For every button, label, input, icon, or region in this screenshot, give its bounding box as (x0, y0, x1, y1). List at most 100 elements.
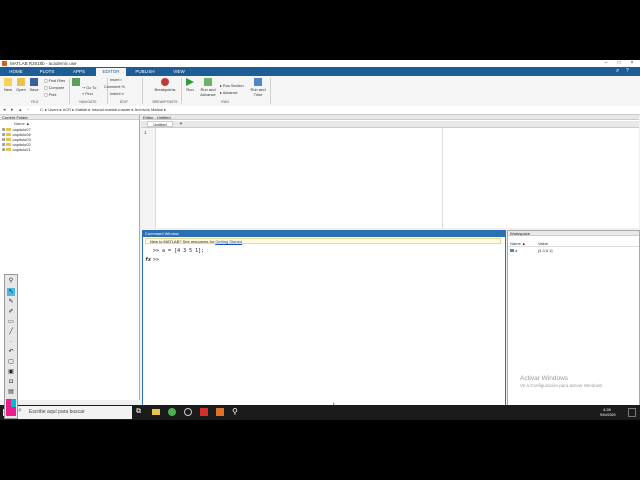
maps-icon[interactable]: ⚲ (232, 407, 238, 416)
help-icon[interactable]: ? (626, 68, 629, 74)
command-window: Command Window New to MATLAB? See resour… (142, 230, 506, 420)
pen-icon[interactable]: ✎ (7, 298, 15, 306)
maximize-icon[interactable]: □ (613, 60, 625, 67)
editor-tabs: Untitled + (141, 121, 639, 128)
pointer-icon[interactable]: ↖ (7, 288, 15, 296)
matlab-taskbar-icon[interactable] (216, 408, 224, 416)
annotation-toolbar: ⚲ ↖ ✎ ✐ ▭ ╱ · ↶ ▢ ▣ ◘ ▤ (4, 274, 18, 419)
editor-header: Editor - Untitled (141, 115, 639, 120)
tab-publish[interactable]: PUBLISH (130, 68, 160, 76)
function-browser-icon[interactable]: fx (145, 257, 151, 263)
run-and-time-button[interactable]: Run and Time (250, 78, 266, 97)
run-icon (186, 78, 194, 86)
print-button[interactable]: ▢ Print (44, 92, 56, 97)
editor-tab-untitled[interactable]: Untitled (147, 121, 173, 127)
run-advance-icon (204, 78, 212, 86)
run-section-button[interactable]: ▸ Run Section (220, 83, 244, 88)
camera-icon[interactable]: ◘ (7, 378, 15, 386)
matlab-screen: MATLAB R2018b - academic use – □ × HOME … (0, 60, 640, 420)
new-file-icon (4, 78, 12, 86)
color-swatch-cyan[interactable] (11, 399, 16, 407)
separator (107, 78, 108, 104)
folder-item[interactable]: ⊞ capitulo01 (2, 147, 31, 152)
screen-icon[interactable]: ▣ (7, 368, 15, 376)
advance-button[interactable]: ▸ Advance (220, 90, 238, 95)
new-tab-button[interactable]: + (177, 121, 185, 127)
section-edit: EDIT (120, 100, 128, 104)
tab-editor[interactable]: EDITOR (96, 68, 126, 76)
getting-started-link[interactable]: Getting Started (215, 239, 242, 244)
file-explorer-icon[interactable] (152, 409, 160, 415)
save-icon (30, 78, 38, 86)
back-icon[interactable]: ◂ (3, 107, 6, 113)
separator (270, 78, 271, 104)
right-margin-line (442, 128, 443, 228)
search-icon[interactable]: ⌕ (616, 68, 619, 75)
workspace-header: Workspace (508, 231, 639, 236)
undo-icon[interactable]: ↶ (7, 348, 15, 356)
folder-icon (6, 143, 12, 147)
separator (142, 78, 143, 104)
trash-icon[interactable]: ▤ (7, 388, 15, 396)
taskbar-search-box[interactable]: Escribe aquí para buscar (14, 406, 132, 419)
line-number: 1 (144, 130, 147, 135)
folder-icon (6, 128, 12, 132)
minimize-icon[interactable]: – (600, 60, 612, 67)
folder-open-icon (17, 78, 25, 86)
indent-button[interactable]: Indent ≡ (110, 92, 124, 96)
current-path[interactable]: C: ▸ Users ▸ ACR ▸ Matlab ▸ tutorial-mat… (40, 107, 166, 112)
navigate-icon (72, 78, 80, 86)
current-folder-header: Current Folder (0, 115, 139, 120)
comment-button[interactable]: Comment % (104, 85, 125, 89)
command-prompt[interactable]: >> (153, 257, 159, 263)
new-button[interactable]: New (2, 78, 14, 92)
pin-icon[interactable]: ⚲ (7, 277, 15, 285)
forward-icon[interactable]: ▸ (11, 107, 14, 113)
breakpoints-button[interactable]: Breakpoints (152, 78, 178, 92)
up-folder-icon[interactable]: ▴ (19, 107, 22, 113)
section-run: RUN (221, 100, 229, 104)
section-navigate: NAVIGATE (79, 100, 97, 104)
workspace-variable-row[interactable]: a (510, 248, 517, 253)
compare-button[interactable]: ▢ Compare (44, 85, 64, 90)
active-color-swatch[interactable] (6, 407, 16, 416)
shape-icon[interactable]: ▢ (7, 358, 15, 366)
open-button[interactable]: Open (15, 78, 27, 92)
section-file: FILE (31, 100, 39, 104)
tab-apps[interactable]: APPS (66, 68, 92, 76)
run-button[interactable]: Run (184, 78, 196, 92)
activate-windows-watermark: Activar Windows Ve a Configuración para … (520, 375, 604, 388)
navigate-button[interactable] (72, 78, 80, 87)
clock-time[interactable]: 4:28 (603, 407, 611, 412)
find-files-button[interactable]: ▢ Find Files (44, 78, 65, 83)
folder-icon (6, 138, 12, 142)
workspace-panel: Workspace Name ▲ Value a [4,3,5,1] (507, 230, 640, 420)
insert-button[interactable]: Insert ▪ (110, 78, 122, 82)
clock-date[interactable]: 9/04/2020 (600, 413, 616, 417)
save-button[interactable]: Save (28, 78, 40, 92)
dot-icon[interactable]: · (7, 338, 15, 346)
eraser-icon[interactable]: ▭ (7, 318, 15, 326)
matrix-icon (510, 249, 514, 253)
editor-text-area[interactable] (156, 128, 442, 228)
close-icon[interactable]: × (626, 60, 638, 67)
task-view-icon[interactable]: ⧉ (136, 408, 141, 416)
window-title: MATLAB R2018b - academic use (10, 61, 77, 66)
divider (508, 246, 639, 247)
name-column-header[interactable]: Name ▲ (14, 121, 30, 126)
run-and-advance-button[interactable]: Run and Advance (198, 78, 218, 97)
browse-folder-icon[interactable]: ▫ (27, 107, 29, 113)
tab-plots[interactable]: PLOTS (34, 68, 60, 76)
acrobat-icon[interactable] (200, 408, 208, 416)
app-icon[interactable] (184, 408, 192, 416)
section-breakpoints: BREAKPOINTS (152, 100, 178, 104)
workspace-variable-value: [4,3,5,1] (538, 248, 553, 253)
highlighter-icon[interactable]: ✐ (7, 308, 15, 316)
find-button[interactable]: ⌕ Find (82, 92, 93, 96)
line-icon[interactable]: ╱ (7, 328, 15, 336)
notifications-icon[interactable] (628, 408, 636, 417)
go-to-button[interactable]: ➝ Go To (82, 85, 96, 90)
tab-view[interactable]: VIEW (166, 68, 192, 76)
chrome-icon[interactable] (168, 408, 176, 416)
tab-home[interactable]: HOME (4, 68, 28, 76)
